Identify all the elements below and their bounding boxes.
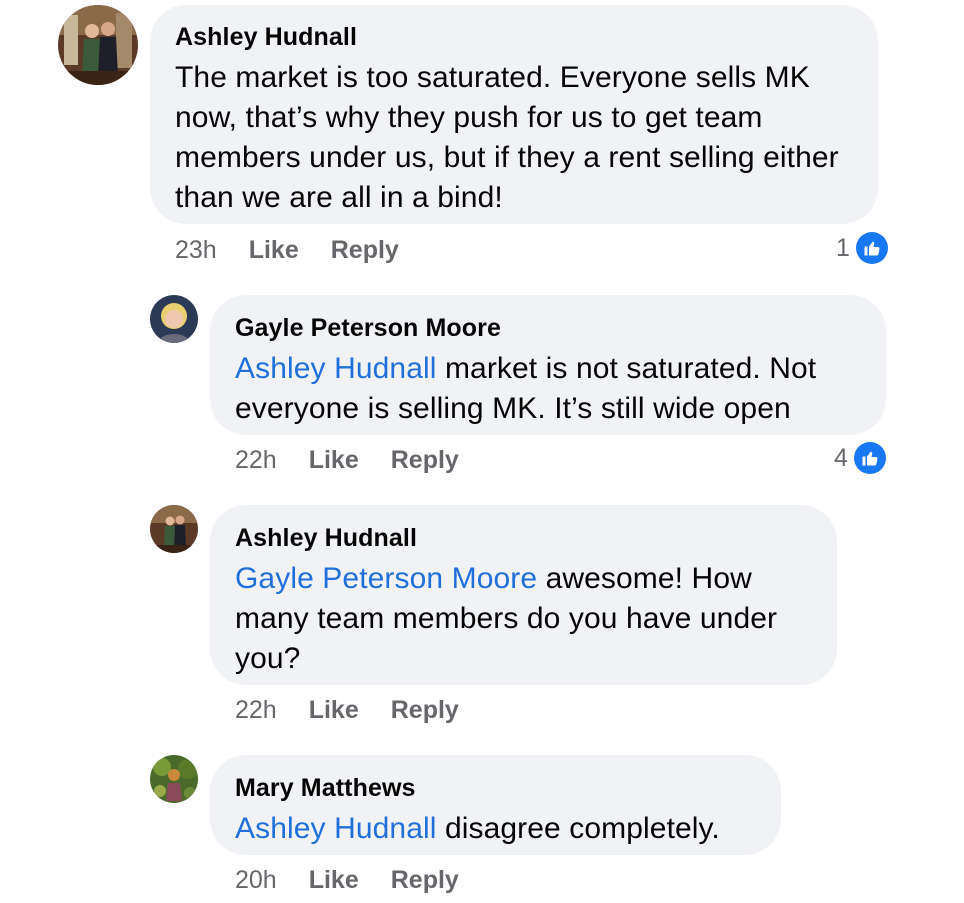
comment-author[interactable]: Mary Matthews bbox=[235, 773, 757, 803]
reaction-summary[interactable]: 1 bbox=[836, 232, 888, 264]
mention-link[interactable]: Ashley Hudnall bbox=[235, 352, 437, 385]
like-button[interactable]: Like bbox=[309, 445, 359, 475]
comment-actions: 22h Like Reply bbox=[235, 445, 459, 475]
thumbs-up-icon bbox=[853, 442, 886, 474]
comment-bubble: Ashley Hudnall Gayle Peterson Moore awes… bbox=[210, 505, 837, 685]
comment-actions: 20h Like Reply bbox=[235, 865, 459, 895]
avatar-ashley-hudnall[interactable] bbox=[58, 5, 138, 85]
reply-button[interactable]: Reply bbox=[391, 695, 459, 725]
mention-link[interactable]: Gayle Peterson Moore bbox=[235, 562, 537, 595]
like-button[interactable]: Like bbox=[249, 235, 299, 265]
reaction-count: 4 bbox=[834, 443, 848, 472]
comment-timestamp[interactable]: 20h bbox=[235, 865, 277, 895]
avatar-mary-matthews[interactable] bbox=[150, 755, 198, 803]
comment-timestamp[interactable]: 22h bbox=[235, 695, 277, 725]
comment-author[interactable]: Gayle Peterson Moore bbox=[235, 313, 862, 343]
avatar-ashley-hudnall[interactable] bbox=[150, 505, 198, 553]
comment-actions: 22h Like Reply bbox=[235, 695, 459, 725]
comment-text-body: disagree completely. bbox=[436, 812, 720, 845]
comment-bubble: Mary Matthews Ashley Hudnall disagree co… bbox=[210, 755, 781, 855]
comment-actions: 23h Like Reply bbox=[175, 235, 399, 265]
comment-author[interactable]: Ashley Hudnall bbox=[235, 523, 813, 553]
comment-author[interactable]: Ashley Hudnall bbox=[175, 22, 854, 52]
reply-button[interactable]: Reply bbox=[331, 235, 399, 265]
comment-timestamp[interactable]: 22h bbox=[235, 445, 277, 475]
avatar-gayle-peterson-moore[interactable] bbox=[150, 295, 198, 343]
comment-text: The market is too saturated. Everyone se… bbox=[175, 58, 854, 218]
like-button[interactable]: Like bbox=[309, 695, 359, 725]
comment-text: Ashley Hudnall market is not saturated. … bbox=[235, 349, 862, 429]
comment-text: Ashley Hudnall disagree completely. bbox=[235, 809, 757, 849]
reaction-summary[interactable]: 4 bbox=[834, 442, 886, 474]
reply-button[interactable]: Reply bbox=[391, 865, 459, 895]
mention-link[interactable]: Ashley Hudnall bbox=[235, 812, 437, 845]
comment-bubble: Ashley Hudnall The market is too saturat… bbox=[150, 5, 878, 224]
comment-text-body: The market is too saturated. Everyone se… bbox=[175, 61, 839, 214]
comment-bubble: Gayle Peterson Moore Ashley Hudnall mark… bbox=[210, 295, 886, 435]
comment-timestamp[interactable]: 23h bbox=[175, 235, 217, 265]
like-button[interactable]: Like bbox=[309, 865, 359, 895]
comment-text: Gayle Peterson Moore awesome! How many t… bbox=[235, 559, 813, 679]
thumbs-up-icon bbox=[855, 232, 888, 264]
reaction-count: 1 bbox=[836, 233, 850, 262]
reply-button[interactable]: Reply bbox=[391, 445, 459, 475]
